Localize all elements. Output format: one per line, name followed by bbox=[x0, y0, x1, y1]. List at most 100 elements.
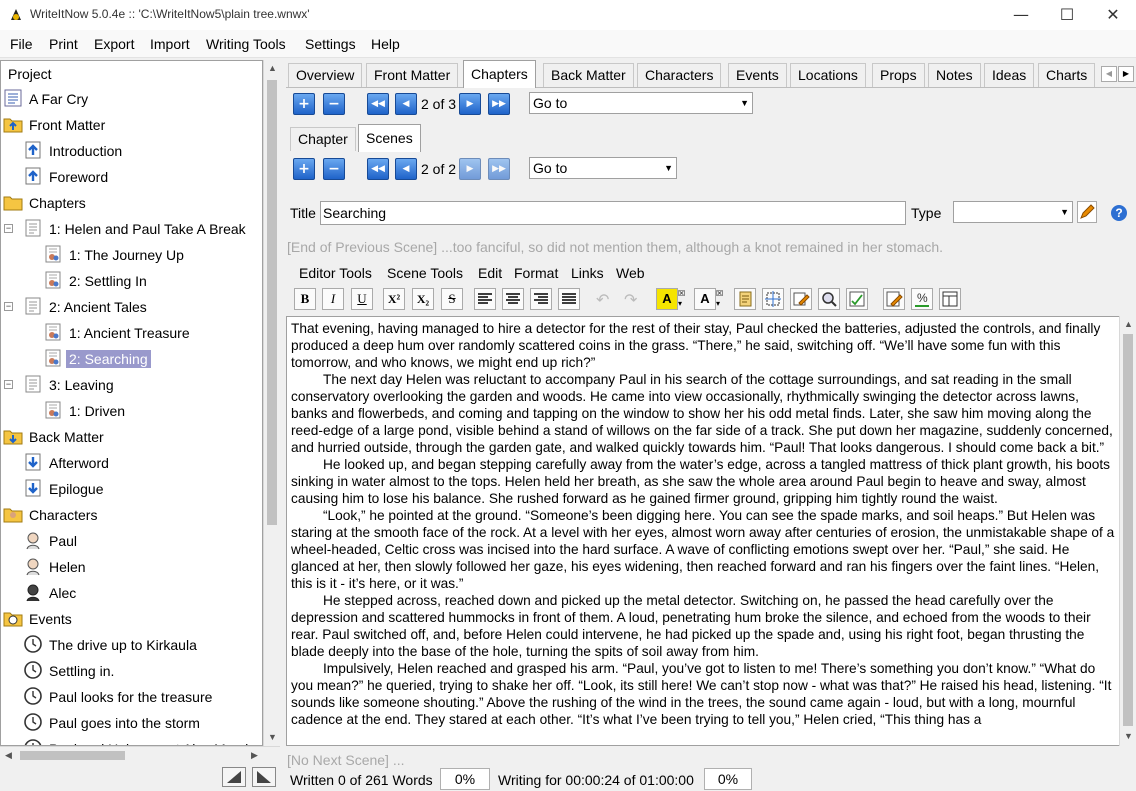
scroll-left-arrow-icon[interactable]: ◀ bbox=[0, 747, 17, 764]
tab-scroll-right-button[interactable]: ▶ bbox=[1118, 66, 1134, 82]
prev-chapter-button[interactable]: ◀ bbox=[395, 93, 417, 115]
scroll-down-arrow-icon[interactable]: ▼ bbox=[264, 729, 281, 746]
tree-node[interactable]: − 3: Leaving bbox=[1, 372, 262, 398]
find-button[interactable] bbox=[818, 288, 840, 310]
tree-horizontal-scrollbar[interactable]: ◀ ▶ bbox=[0, 746, 280, 763]
type-select[interactable]: ▼ bbox=[953, 201, 1073, 223]
tab-front-matter[interactable]: Front Matter bbox=[366, 63, 459, 87]
tree-node[interactable]: The drive up to Kirkaula bbox=[1, 632, 262, 658]
chapter-goto-select[interactable]: Go to ▼ bbox=[529, 92, 753, 114]
tree-node-label[interactable]: 2: Searching bbox=[66, 350, 151, 368]
last-chapter-button[interactable]: ▶▶ bbox=[488, 93, 510, 115]
layout-button[interactable] bbox=[939, 288, 961, 310]
tree-node-label[interactable]: Events bbox=[26, 610, 75, 628]
scene-text[interactable]: That evening, having managed to hire a d… bbox=[291, 320, 1116, 728]
tree-node-label[interactable]: 3: Leaving bbox=[46, 376, 117, 394]
editor-menu-web[interactable]: Web bbox=[616, 265, 645, 281]
tree-node[interactable]: − 2: Ancient Tales bbox=[1, 294, 262, 320]
maximize-button[interactable]: ☐ bbox=[1044, 0, 1090, 30]
tab-characters[interactable]: Characters bbox=[637, 63, 722, 87]
tree-node[interactable]: Events bbox=[1, 606, 262, 632]
title-input[interactable] bbox=[320, 201, 906, 225]
menu-export[interactable]: Export bbox=[94, 36, 134, 52]
editor-menu-scene-tools[interactable]: Scene Tools bbox=[387, 265, 463, 281]
align-center-button[interactable] bbox=[502, 288, 524, 310]
tree-node[interactable]: Introduction bbox=[1, 138, 262, 164]
scroll-right-arrow-icon[interactable]: ▶ bbox=[246, 747, 263, 764]
tab-notes[interactable]: Notes bbox=[928, 63, 981, 87]
tree-node-label[interactable]: Introduction bbox=[46, 142, 125, 160]
tree-node-label[interactable]: Front Matter bbox=[26, 116, 108, 134]
tree-node[interactable]: Helen bbox=[1, 554, 262, 580]
tree-node[interactable]: − 1: Helen and Paul Take A Break bbox=[1, 216, 262, 242]
tree-node[interactable]: Front Matter bbox=[1, 112, 262, 138]
menu-writing-tools[interactable]: Writing Tools bbox=[206, 36, 286, 52]
font-color-options-icon[interactable]: ☒ ▾ bbox=[716, 289, 726, 309]
statistics-button[interactable]: % bbox=[911, 288, 933, 310]
subscript-button[interactable]: X₂ bbox=[412, 288, 434, 310]
paragraph[interactable]: Impulsively, Helen reached and grasped h… bbox=[291, 660, 1116, 728]
paragraph[interactable]: “Look,” he pointed at the ground. “Someo… bbox=[291, 507, 1116, 592]
bold-button[interactable]: B bbox=[294, 288, 316, 310]
project-tree[interactable]: Project A Far Cry Front Matter Introductio… bbox=[0, 60, 263, 746]
edit-type-button[interactable] bbox=[1077, 201, 1097, 223]
tree-node-label[interactable]: 1: Ancient Treasure bbox=[66, 324, 193, 342]
paragraph[interactable]: He stepped across, reached down and pick… bbox=[291, 592, 1116, 660]
tree-node[interactable]: Paul looks for the treasure bbox=[1, 684, 262, 710]
collapse-icon[interactable]: − bbox=[4, 380, 13, 389]
tree-node-label[interactable]: Paul goes into the storm bbox=[46, 714, 203, 732]
paragraph[interactable]: He looked up, and began stepping careful… bbox=[291, 456, 1116, 507]
tab-props[interactable]: Props bbox=[872, 63, 925, 87]
collapse-icon[interactable]: − bbox=[4, 224, 13, 233]
editor-menu-editor-tools[interactable]: Editor Tools bbox=[299, 265, 372, 281]
collapse-icon[interactable]: − bbox=[4, 302, 13, 311]
tree-node-label[interactable]: Paul looks for the treasure bbox=[46, 688, 215, 706]
tab-overview[interactable]: Overview bbox=[288, 63, 363, 87]
tree-node[interactable]: Afterword bbox=[1, 450, 262, 476]
scroll-up-arrow-icon[interactable]: ▲ bbox=[1120, 316, 1136, 333]
tab-charts[interactable]: Charts bbox=[1038, 63, 1096, 87]
tree-node[interactable]: Paul bbox=[1, 528, 262, 554]
write-notes-button[interactable] bbox=[883, 288, 905, 310]
tree-node-label[interactable]: 2: Ancient Tales bbox=[46, 298, 150, 316]
expand-tree-button[interactable] bbox=[252, 767, 276, 787]
spellcheck-button[interactable] bbox=[846, 288, 868, 310]
tree-node-label[interactable]: Settling in. bbox=[46, 662, 117, 680]
tree-node-label[interactable]: Paul bbox=[46, 532, 80, 550]
italic-button[interactable]: I bbox=[322, 288, 344, 310]
tree-node[interactable]: Characters bbox=[1, 502, 262, 528]
tree-node-label[interactable]: 1: Helen and Paul Take A Break bbox=[46, 220, 249, 238]
close-button[interactable]: ✕ bbox=[1090, 0, 1136, 30]
align-left-button[interactable] bbox=[474, 288, 496, 310]
tree-node[interactable]: 2: Searching bbox=[1, 346, 262, 372]
edit-text-button[interactable] bbox=[790, 288, 812, 310]
add-scene-button[interactable]: + bbox=[293, 158, 315, 180]
menu-help[interactable]: Help bbox=[371, 36, 400, 52]
highlight-color-button[interactable]: A bbox=[656, 288, 678, 310]
editor-menu-format[interactable]: Format bbox=[514, 265, 558, 281]
scene-goto-select[interactable]: Go to ▼ bbox=[529, 157, 677, 179]
scroll-thumb[interactable] bbox=[1123, 334, 1133, 726]
tree-node-label[interactable]: Epilogue bbox=[46, 480, 107, 498]
first-chapter-button[interactable]: ◀◀ bbox=[367, 93, 389, 115]
redo-icon[interactable]: ↷ bbox=[624, 290, 637, 310]
tree-node-label[interactable]: Alec bbox=[46, 584, 79, 602]
scroll-thumb[interactable] bbox=[267, 80, 277, 525]
tab-chapters[interactable]: Chapters bbox=[463, 60, 536, 88]
tree-node-label[interactable]: Back Matter bbox=[26, 428, 107, 446]
tree-node-label[interactable]: A Far Cry bbox=[26, 90, 91, 108]
tree-node[interactable]: 1: Ancient Treasure bbox=[1, 320, 262, 346]
tree-node[interactable]: Settling in. bbox=[1, 658, 262, 684]
prev-scene-button[interactable]: ◀ bbox=[395, 158, 417, 180]
scene-editor[interactable]: That evening, having managed to hire a d… bbox=[286, 316, 1136, 746]
paragraph[interactable]: The next day Helen was reluctant to acco… bbox=[291, 371, 1116, 456]
menu-print[interactable]: Print bbox=[49, 36, 78, 52]
tree-node[interactable]: 2: Settling In bbox=[1, 268, 262, 294]
first-scene-button[interactable]: ◀◀ bbox=[367, 158, 389, 180]
tree-node-label[interactable]: Foreword bbox=[46, 168, 111, 186]
menu-import[interactable]: Import bbox=[150, 36, 190, 52]
scroll-up-arrow-icon[interactable]: ▲ bbox=[264, 60, 281, 77]
remove-scene-button[interactable]: − bbox=[323, 158, 345, 180]
font-color-button[interactable]: A bbox=[694, 288, 716, 310]
scroll-down-arrow-icon[interactable]: ▼ bbox=[1120, 728, 1136, 745]
